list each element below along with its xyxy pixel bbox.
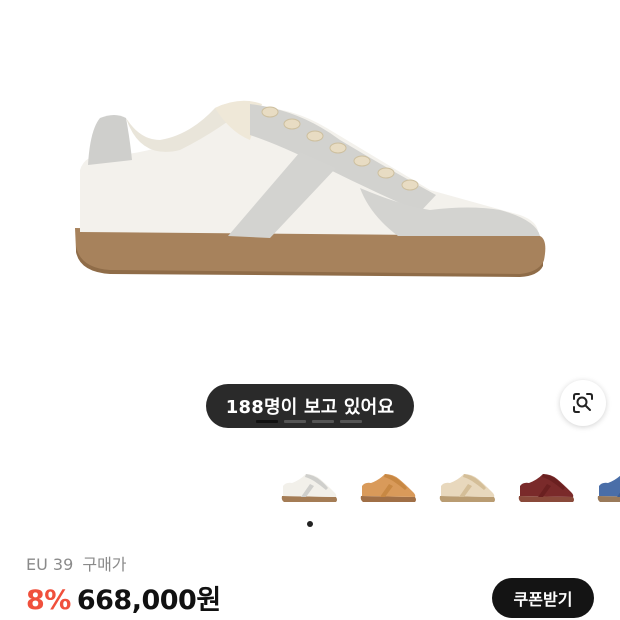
image-search-icon — [573, 393, 593, 413]
image-indicator-segment — [256, 420, 278, 423]
color-options-carousel[interactable] — [276, 462, 620, 508]
image-search-button[interactable] — [560, 380, 606, 426]
image-indicator-segment — [284, 420, 306, 423]
size-price-label: EU 39 구매가 — [26, 551, 127, 575]
color-option-thumbnail[interactable] — [355, 462, 421, 508]
coupon-button[interactable]: 쿠폰받기 — [492, 578, 594, 618]
buy-label: 구매가 — [82, 555, 127, 574]
image-indicator-segment — [340, 420, 362, 423]
color-option-thumbnail[interactable] — [434, 462, 500, 508]
pagination-dot[interactable] — [307, 521, 313, 527]
color-option-thumbnail[interactable] — [513, 462, 579, 508]
color-option-thumbnail[interactable] — [592, 462, 620, 508]
discount-rate: 8% — [26, 585, 71, 616]
size-label: EU 39 — [26, 555, 74, 574]
price-value: 668,000원 — [76, 585, 221, 616]
image-indicator-segment — [312, 420, 334, 423]
coupon-button-label: 쿠폰받기 — [513, 590, 573, 609]
sneaker-image — [75, 100, 546, 277]
price-row: 8% 668,000원 — [26, 578, 221, 617]
viewers-text: 188명이 보고 있어요 — [225, 397, 395, 418]
color-option-thumbnail[interactable] — [276, 462, 342, 508]
viewers-count-badge: 188명이 보고 있어요 — [206, 384, 414, 428]
product-hero-image[interactable] — [0, 0, 620, 350]
